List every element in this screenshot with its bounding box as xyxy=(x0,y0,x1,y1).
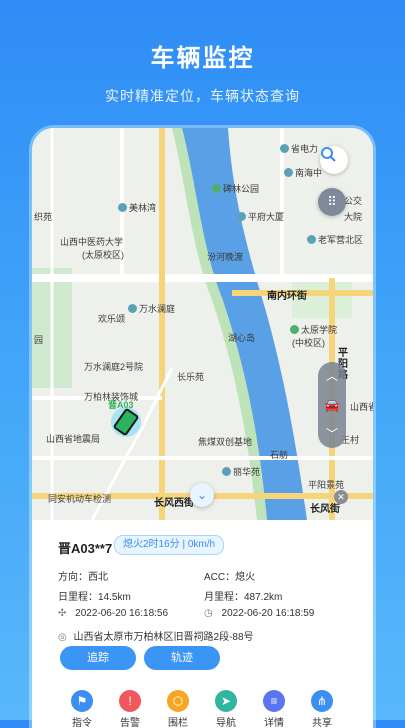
zoom-up-button[interactable]: ︿ xyxy=(318,362,346,390)
report-time: 2022-06-20 16:18:59 xyxy=(221,608,315,619)
nav-share[interactable]: ⋔ 共享 xyxy=(300,690,344,728)
map-label-zhiyuan: 织苑 xyxy=(34,212,53,222)
map-label-wanshuilanting: 万水澜庭 xyxy=(128,302,175,315)
warning-icon: ! xyxy=(119,690,141,712)
vehicle-plate: 晋A03**7 xyxy=(58,541,113,556)
map-label-shengdianli: 省电力 xyxy=(280,142,318,155)
map-label-dayuan: 大院 xyxy=(344,212,363,222)
map-label-tongan: 同安机动车检测 xyxy=(48,494,112,504)
map-label-laojun: 老军营北区 xyxy=(307,233,363,246)
chevron-down-icon: ﹀ xyxy=(325,427,338,441)
search-icon xyxy=(321,147,336,162)
nav-fence[interactable]: ⬡ 围栏 xyxy=(156,690,200,728)
map-zoom-panel: ︿ 🚘 ﹀ xyxy=(318,362,346,448)
map-label-nannei-road: 南内环街 xyxy=(267,291,307,302)
fence-icon: ⬡ xyxy=(167,690,189,712)
double-chevron-down-icon: ⌄ xyxy=(196,488,208,502)
map-label-changfengxi: 长风西街 xyxy=(154,498,194,509)
track-button[interactable]: 追踪 xyxy=(60,646,136,670)
share-icon: ⋔ xyxy=(311,690,333,712)
map-label-nanhaizhong: 南海中 xyxy=(284,166,322,179)
navigation-arrow-icon: ➤ xyxy=(215,690,237,712)
hero-subtitle: 实时精准定位，车辆状态查询 xyxy=(105,88,300,104)
grid-icon: ⠿ xyxy=(327,194,337,209)
document-icon: ≡ xyxy=(263,690,285,712)
location-pin-icon: ◎ xyxy=(58,632,67,643)
report-time-row: ◷ 2022-06-20 16:18:59 xyxy=(204,608,314,619)
map-label-huxindao: 湖心岛 xyxy=(228,333,256,343)
direction-text: 方向：西北 xyxy=(58,572,108,583)
address-text: 山西省太原市万柏林区旧晋祠路2段-88号 xyxy=(73,632,254,643)
map-label-gongjiao: 公交 xyxy=(344,196,363,206)
map-collapse-button[interactable]: ⌄ xyxy=(190,483,214,507)
map-label-pinghuamansion: 平府大厦 xyxy=(237,210,284,223)
clock-icon: ◷ xyxy=(204,608,213,619)
map-label-changle: 长乐苑 xyxy=(177,372,205,382)
status-badge: 熄火2时16分 | 0km/h xyxy=(114,535,225,555)
vehicle-info-panel: 晋A03**7 熄火2时16分 | 0km/h 方向：西北 ACC：熄火 日里程… xyxy=(32,520,373,728)
car-icon: 🚘 xyxy=(324,398,340,412)
map-label-tcm-campus: (太原校区) xyxy=(82,250,124,260)
map-label-coal-base: 焦煤双创基地 xyxy=(198,437,253,447)
nav-command[interactable]: ⚑ 指令 xyxy=(60,690,104,728)
map-label-taiyuan-college: 太原学院 xyxy=(290,323,337,336)
nav-alarm[interactable]: ! 告警 xyxy=(108,690,152,728)
gps-time: 2022-06-20 16:18:56 xyxy=(75,608,169,619)
gps-time-row: ✣ 2022-06-20 16:18:56 xyxy=(58,608,168,619)
map-label-shifang: 石舫 xyxy=(270,450,289,460)
map-close-button[interactable]: ✕ xyxy=(334,490,348,504)
map-label-wanshuilanting2: 万水澜庭2号院 xyxy=(84,362,144,372)
nav-navigation[interactable]: ➤ 导航 xyxy=(204,690,248,728)
map-label-taiyuan-college-campus: (中校区) xyxy=(292,338,325,348)
address-row: ◎ 山西省太原市万柏林区旧晋祠路2段-88号 xyxy=(58,628,254,643)
map-label-shanxi: 山西省 xyxy=(350,402,373,412)
map-label-quake: 山西省地震局 xyxy=(46,434,101,444)
nav-details[interactable]: ≡ 详情 xyxy=(252,690,296,728)
car-view-button[interactable]: 🚘 xyxy=(318,390,346,420)
poi-icon xyxy=(118,203,127,212)
close-icon: ✕ xyxy=(337,492,345,502)
monthly-mileage: 月里程：487.2km xyxy=(204,592,283,603)
phone-frame: 美林湾 省电力 南海中 碑林公园 公交 大院 织苑 平府大厦 山西中医药大学 (… xyxy=(32,128,373,728)
acc-text: ACC：熄火 xyxy=(204,572,256,583)
map-label-lidanyuan: 丽华苑 xyxy=(222,465,260,478)
map-view[interactable]: 美林湾 省电力 南海中 碑林公园 公交 大院 织苑 平府大厦 山西中医药大学 (… xyxy=(32,128,373,520)
zoom-down-button[interactable]: ﹀ xyxy=(318,420,346,448)
hero-title: 车辆监控 xyxy=(150,45,255,72)
map-label-park-left: 园 xyxy=(34,335,44,345)
satellite-icon: ✣ xyxy=(58,608,67,619)
map-label-huanlesong: 欢乐颂 xyxy=(98,314,126,324)
flag-icon: ⚑ xyxy=(71,690,93,712)
car-icon xyxy=(112,407,140,437)
vehicle-marker[interactable] xyxy=(111,407,141,437)
chevron-up-icon: ︿ xyxy=(325,369,338,383)
map-label-fenhe: 汾河晚渡 xyxy=(207,252,244,262)
map-label-tcm: 山西中医药大学 xyxy=(60,237,124,247)
trajectory-button[interactable]: 轨迹 xyxy=(144,646,220,670)
map-label-meilinwan: 美林湾 xyxy=(118,201,156,214)
map-layers-button[interactable]: ⠿ xyxy=(318,188,346,216)
map-search-button[interactable] xyxy=(320,146,348,174)
map-label-beilinpark: 碑林公园 xyxy=(212,182,259,195)
daily-mileage: 日里程：14.5km xyxy=(58,592,131,603)
map-label-pingyang-scenic: 平阳景苑 xyxy=(308,480,345,490)
